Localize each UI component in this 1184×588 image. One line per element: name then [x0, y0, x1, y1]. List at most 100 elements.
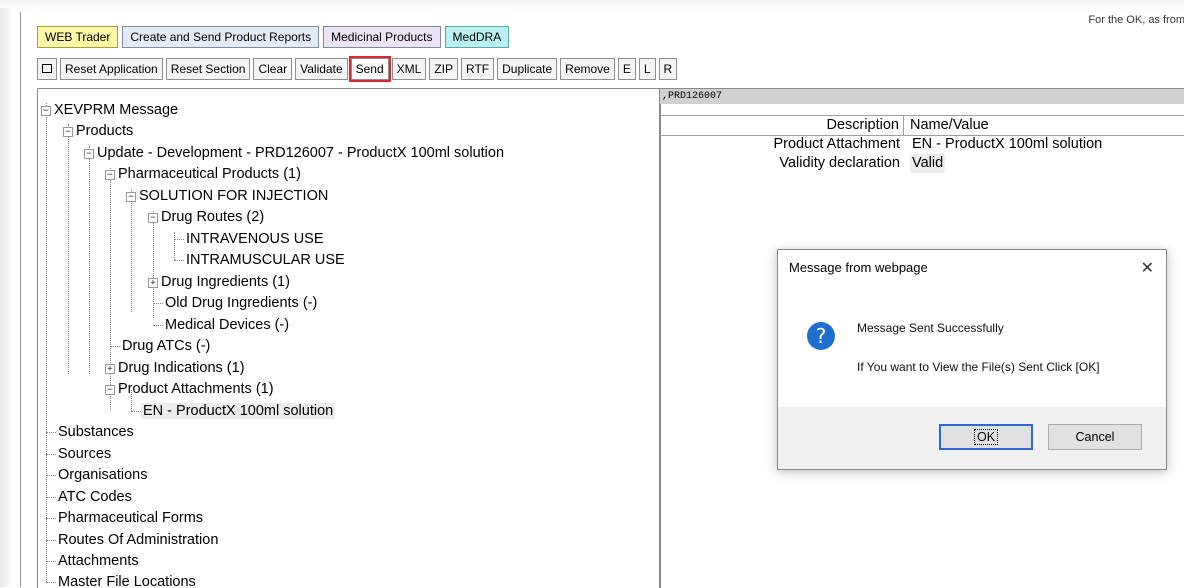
dialog-message: Message Sent Successfully	[857, 321, 1004, 335]
e-button[interactable]: E	[617, 58, 636, 80]
collapse-toggle-icon[interactable]: −	[105, 170, 115, 180]
reset-application-button[interactable]: Reset Application	[60, 58, 163, 80]
tab-medicinal-products[interactable]: Medicinal Products	[323, 26, 441, 48]
details-grid-header: Description Name/Value	[660, 115, 1184, 136]
tree-node-label: Sources	[58, 446, 112, 462]
tab-meddra[interactable]: MedDRA	[444, 26, 510, 48]
collapse-toggle-icon[interactable]: −	[84, 149, 94, 159]
tree-node-drug-ingredients[interactable]: Drug Ingredients (1)	[159, 273, 292, 291]
module-tabs: WEB Trader Create and Send Product Repor…	[37, 26, 513, 48]
tree-node-product-attachments[interactable]: Product Attachments (1)	[116, 380, 276, 398]
tree-node-pharmaceutical-forms[interactable]: Pharmaceutical Forms	[56, 509, 205, 527]
validate-button[interactable]: Validate	[295, 58, 348, 80]
tree-node-label: Old Drug Ingredients (-)	[165, 295, 318, 311]
tree-node-sources[interactable]: Sources	[56, 445, 113, 463]
tree-line	[46, 582, 56, 583]
tree-node-substances[interactable]: Substances	[56, 423, 136, 441]
r-button[interactable]: R	[658, 58, 678, 80]
tree-node-drug-routes[interactable]: Drug Routes (2)	[159, 208, 266, 226]
square-icon	[42, 64, 52, 74]
row-value: EN - ProductX 100ml solution	[912, 136, 1103, 152]
tree-node-master-file-locations[interactable]: Master File Locations	[56, 573, 198, 588]
tree-line	[46, 518, 56, 519]
collapse-toggle-icon[interactable]: −	[41, 106, 51, 116]
collapse-toggle-icon[interactable]: −	[105, 385, 115, 395]
tab-web-trader[interactable]: WEB Trader	[37, 26, 119, 48]
tree-node-xevprm-message[interactable]: XEVPRM Message	[52, 101, 180, 119]
tree-node-organisations[interactable]: Organisations	[56, 466, 149, 484]
tree-line	[153, 211, 154, 318]
tree-line	[46, 103, 47, 582]
app-window: For the OK, as from WEB Trader Create an…	[0, 0, 1184, 588]
send-button[interactable]: Send	[348, 56, 391, 82]
tree-node-label: EN - ProductX 100ml solution	[141, 403, 336, 419]
tree-line	[131, 411, 141, 412]
duplicate-button[interactable]: Duplicate	[497, 58, 558, 80]
tree-node-attachment-en[interactable]: EN - ProductX 100ml solution	[141, 402, 336, 420]
tree-node-intravenous-use[interactable]: INTRAVENOUS USE	[184, 230, 326, 248]
table-row: Product Attachment EN - ProductX 100ml s…	[660, 135, 1184, 154]
tree-line	[89, 146, 90, 374]
collapse-toggle-icon[interactable]: −	[148, 213, 158, 223]
tree-node-attachments[interactable]: Attachments	[56, 552, 141, 570]
expand-toggle-icon[interactable]: +	[148, 278, 158, 288]
tree-node-label: XEVPRM Message	[54, 102, 179, 118]
dialog-submessage: If You want to View the File(s) Sent Cli…	[857, 360, 1100, 374]
tree-node-label: Attachments	[58, 553, 139, 569]
tree-node-products[interactable]: Products	[74, 122, 135, 140]
xevprm-tree: − − − − − − + + − XEVPRM Message Product…	[37, 88, 661, 588]
window-shadow-left	[0, 8, 14, 587]
tree-node-routes-of-administration[interactable]: Routes Of Administration	[56, 531, 220, 549]
tree-node-label: INTRAMUSCULAR USE	[186, 252, 345, 268]
tree-line	[131, 189, 132, 312]
zip-button[interactable]: ZIP	[429, 58, 459, 80]
clear-button[interactable]: Clear	[253, 58, 293, 80]
details-header: ,PRD126007	[660, 89, 1184, 104]
tab-create-send-product-reports[interactable]: Create and Send Product Reports	[122, 26, 320, 48]
tree-line	[153, 303, 163, 304]
tree-line	[110, 346, 120, 347]
dialog-title: Message from webpage	[789, 260, 928, 275]
remove-button[interactable]: Remove	[560, 58, 615, 80]
tree-node-old-drug-ingredients[interactable]: Old Drug Ingredients (-)	[163, 294, 319, 312]
ok-button-label: OK	[973, 429, 999, 445]
tree-node-solution-for-injection[interactable]: SOLUTION FOR INJECTION	[137, 187, 330, 205]
dialog-footer: OK Cancel	[778, 407, 1166, 469]
tree-node-label: Pharmaceutical Forms	[58, 510, 204, 526]
column-header-name-value: Name/Value	[910, 116, 1184, 135]
close-icon[interactable]: ✕	[1141, 258, 1154, 278]
ok-button[interactable]: OK	[939, 424, 1033, 450]
tree-line	[68, 124, 69, 374]
tree-node-label: Medical Devices (-)	[165, 317, 290, 333]
xml-button[interactable]: XML	[391, 58, 427, 80]
tree-node-atc-codes[interactable]: ATC Codes	[56, 488, 134, 506]
tree-line	[46, 497, 56, 498]
collapse-toggle-icon[interactable]: −	[63, 127, 73, 137]
top-note-text: For the OK, as from	[1088, 14, 1184, 26]
tree-node-label: ATC Codes	[58, 489, 132, 505]
window-toggle-button[interactable]	[37, 58, 57, 80]
tree-node-pharmaceutical-products[interactable]: Pharmaceutical Products (1)	[116, 165, 303, 183]
table-row: Validity declaration Valid	[660, 154, 1184, 173]
tree-node-label: Products	[76, 123, 134, 139]
tree-node-update-product[interactable]: Update - Development - PRD126007 - Produ…	[95, 144, 506, 162]
expand-toggle-icon[interactable]: +	[105, 364, 115, 374]
row-value: Valid	[910, 154, 946, 173]
tree-node-medical-devices[interactable]: Medical Devices (-)	[163, 316, 291, 334]
tree-node-intramuscular-use[interactable]: INTRAMUSCULAR USE	[184, 251, 347, 269]
tree-node-drug-atcs[interactable]: Drug ATCs (-)	[120, 337, 212, 355]
tree-line	[46, 454, 56, 455]
tree-node-label: Drug Ingredients (1)	[161, 274, 290, 290]
rtf-button[interactable]: RTF	[461, 58, 495, 80]
tree-line	[174, 260, 184, 261]
cancel-button[interactable]: Cancel	[1048, 424, 1142, 450]
tree-node-drug-indications[interactable]: Drug Indications (1)	[116, 359, 247, 377]
toolbar: Reset Application Reset Section Clear Va…	[37, 56, 680, 82]
tree-line	[46, 432, 56, 433]
tree-node-label: Master File Locations	[58, 574, 196, 588]
reset-section-button[interactable]: Reset Section	[165, 58, 251, 80]
column-header-description: Description	[660, 116, 904, 135]
tree-node-label: Drug Routes (2)	[161, 209, 265, 225]
collapse-toggle-icon[interactable]: −	[126, 192, 136, 202]
l-button[interactable]: L	[638, 58, 656, 80]
